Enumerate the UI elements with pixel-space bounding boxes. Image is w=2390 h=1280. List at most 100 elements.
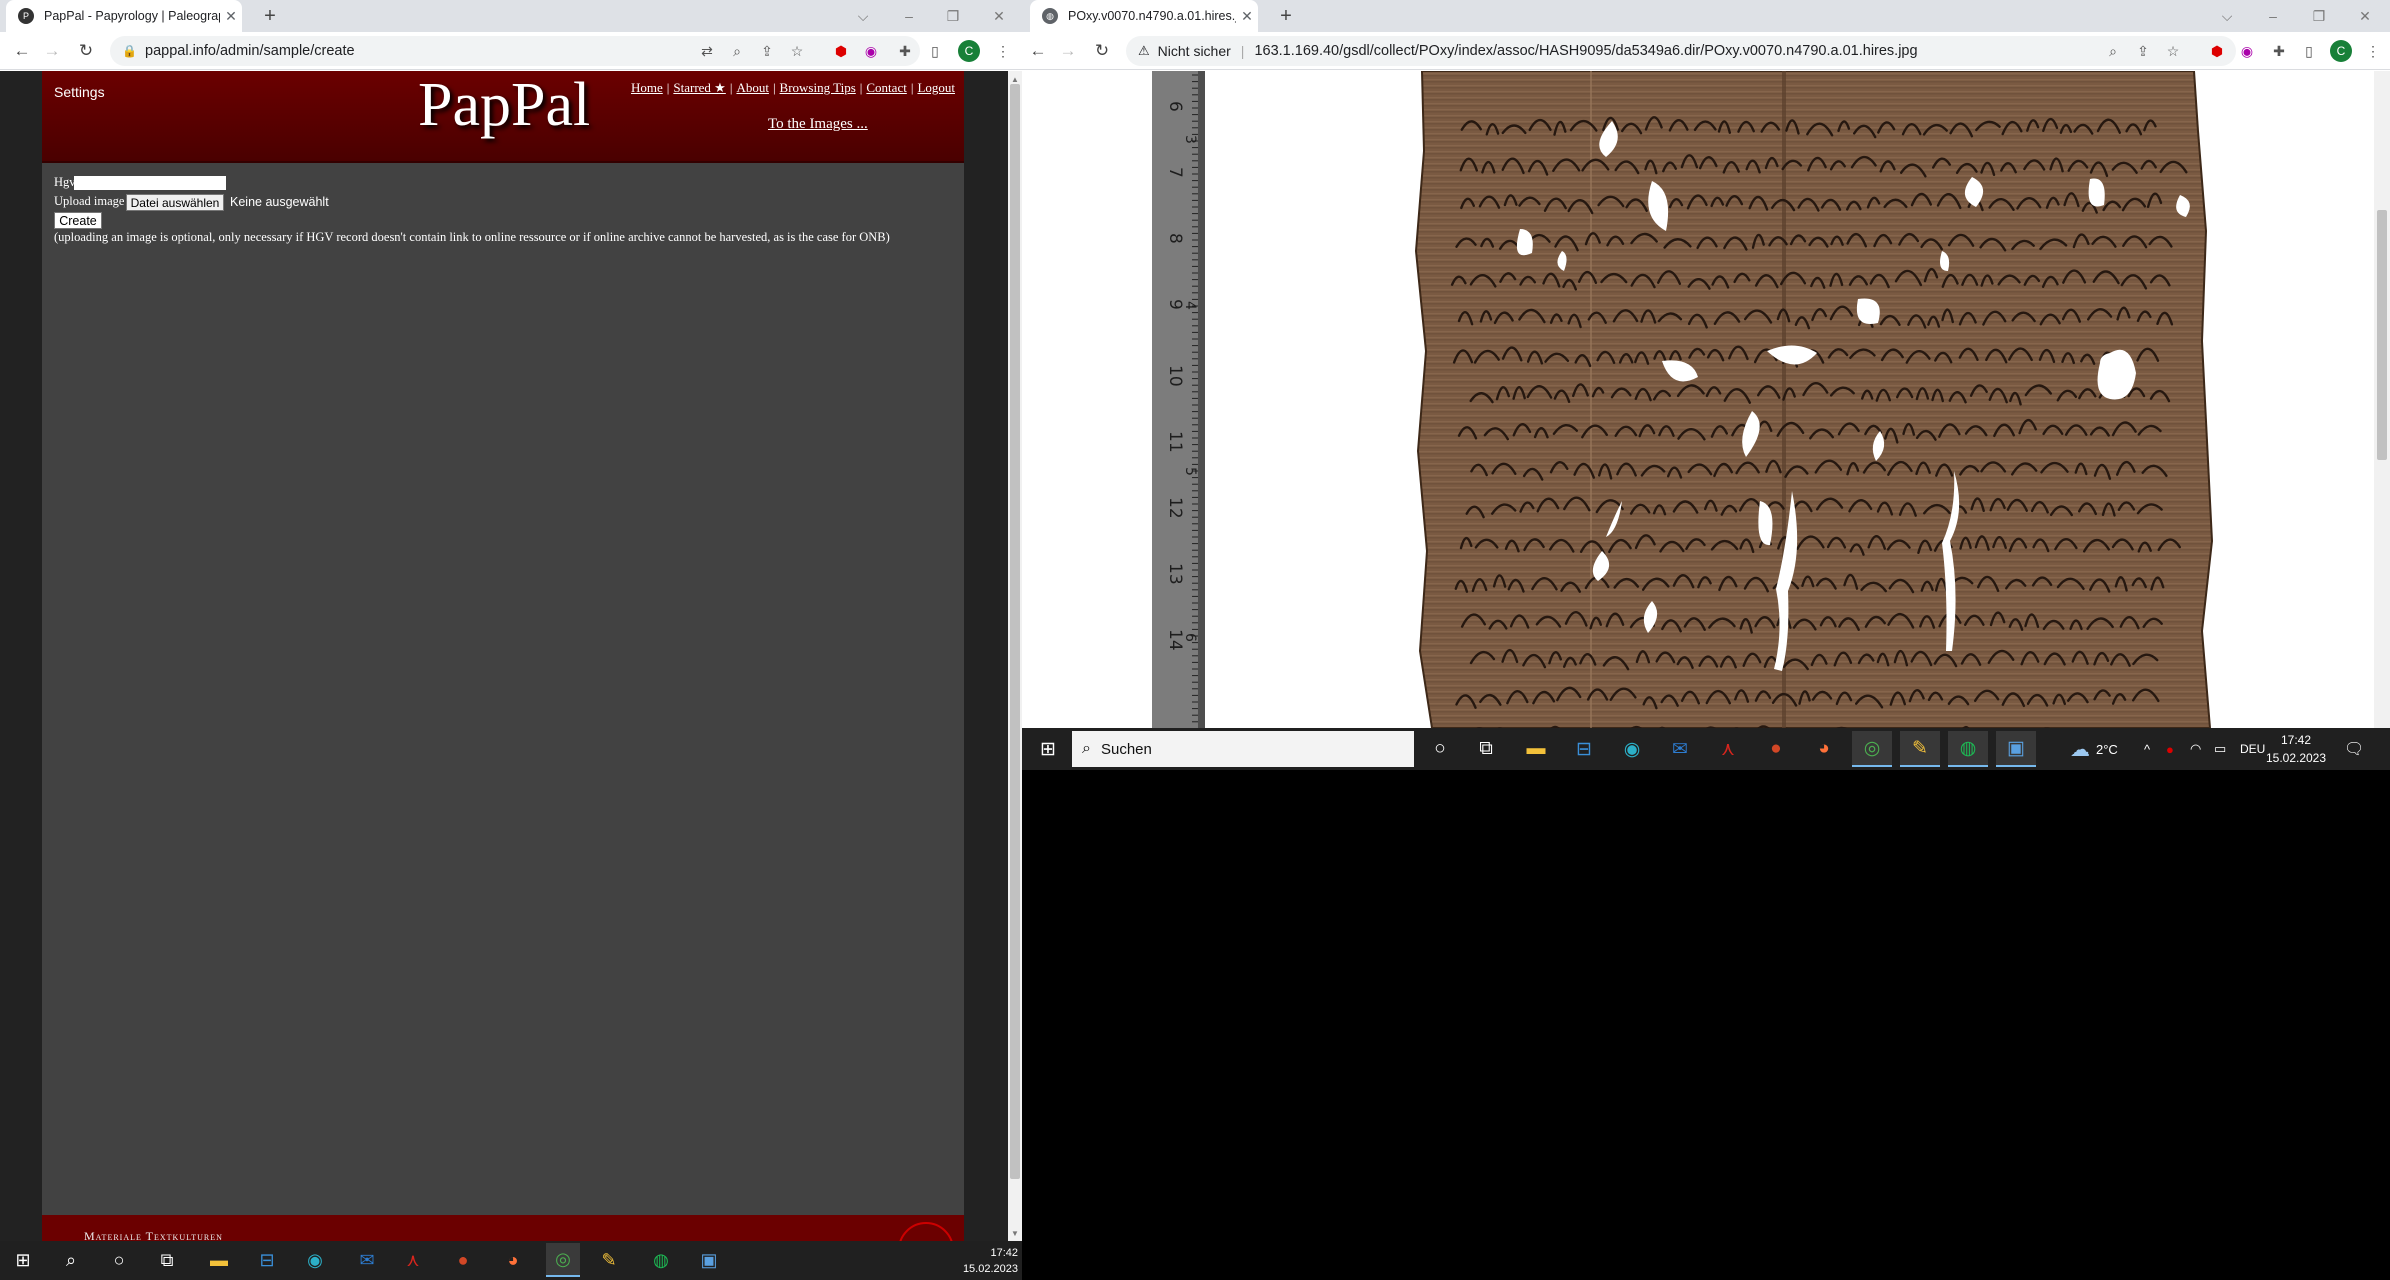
scrollbar-thumb[interactable] xyxy=(1010,84,1020,1179)
restore-button[interactable]: ❐ xyxy=(2296,0,2342,32)
powerpoint-icon[interactable]: ● xyxy=(1756,731,1796,767)
spotify-icon[interactable]: ◍ xyxy=(644,1243,678,1277)
tray-chevron-icon[interactable]: ^ xyxy=(2144,736,2150,762)
reload-icon[interactable]: ↻ xyxy=(72,37,100,65)
task-view-icon[interactable]: ⧉ xyxy=(150,1243,184,1277)
taskbar-clock-right[interactable]: 17:42 15.02.2023 xyxy=(2264,731,2328,767)
restore-button[interactable]: ❐ xyxy=(930,0,976,32)
file-explorer-icon[interactable]: ▬ xyxy=(1516,731,1556,767)
create-button[interactable]: Create xyxy=(54,212,102,229)
extension-red-icon[interactable]: ⬢ xyxy=(830,40,852,62)
minimize-button[interactable]: – xyxy=(2250,0,2296,32)
ruler-cm-label: 10 xyxy=(1165,365,1185,387)
extension-red-icon[interactable]: ⬢ xyxy=(2206,40,2228,62)
tab-close-icon[interactable]: ✕ xyxy=(220,8,242,25)
not-secure-indicator[interactable]: ⚠ Nicht sicher | xyxy=(1126,43,1254,59)
windows-start-icon[interactable]: ⊞ xyxy=(6,1243,40,1277)
tab-search-chevron-icon[interactable]: ⌵ xyxy=(840,0,886,32)
tray-app-icon[interactable]: ● xyxy=(2166,736,2174,762)
photos-icon[interactable]: ▣ xyxy=(692,1243,726,1277)
mail-icon[interactable]: ✉ xyxy=(1660,731,1700,767)
firefox-icon[interactable]: ◕ xyxy=(496,1243,530,1277)
tab-search-chevron-icon[interactable]: ⌵ xyxy=(2204,0,2250,32)
powerpoint-icon[interactable]: ● xyxy=(446,1243,480,1277)
mail-icon[interactable]: ✉ xyxy=(350,1243,384,1277)
language-indicator[interactable]: DEU xyxy=(2240,736,2265,762)
ruler-cm-label: 12 xyxy=(1165,497,1185,519)
back-icon[interactable]: ← xyxy=(1024,37,1052,65)
weather-widget[interactable]: ☁ 2°C xyxy=(2070,736,2118,762)
bookmark-star-icon[interactable]: ☆ xyxy=(786,40,808,62)
windows-start-icon[interactable]: ⊞ xyxy=(1028,731,1068,767)
nav-home[interactable]: Home xyxy=(631,80,663,95)
notes-icon[interactable]: ✎ xyxy=(1900,731,1940,767)
ms-store-icon[interactable]: ⊟ xyxy=(1564,731,1604,767)
back-icon[interactable]: ← xyxy=(8,37,36,65)
extension-purple-icon[interactable]: ◉ xyxy=(2236,40,2258,62)
lock-icon: 🔒 xyxy=(122,44,137,58)
profile-avatar[interactable]: C xyxy=(2330,40,2352,62)
side-panel-icon[interactable]: ▯ xyxy=(2298,40,2320,62)
cortana-icon[interactable]: ○ xyxy=(1420,731,1460,767)
translate-icon[interactable]: ⇄ xyxy=(696,40,718,62)
minimize-button[interactable]: – xyxy=(886,0,932,32)
address-bar-right[interactable]: ⚠ Nicht sicher | 163.1.169.40/gsdl/colle… xyxy=(1126,36,2236,66)
bookmark-star-icon[interactable]: ☆ xyxy=(2162,40,2184,62)
nav-logout[interactable]: Logout xyxy=(917,80,955,95)
close-window-button[interactable]: ✕ xyxy=(2342,0,2388,32)
new-tab-button[interactable]: + xyxy=(256,4,284,28)
zoom-icon[interactable]: ⌕ xyxy=(2102,40,2124,62)
settings-link[interactable]: Settings xyxy=(54,84,105,100)
acrobat-icon[interactable]: ⋏ xyxy=(396,1243,430,1277)
chrome-icon[interactable]: ◎ xyxy=(1852,731,1892,767)
ms-store-icon[interactable]: ⊟ xyxy=(250,1243,284,1277)
nav-browsing-tips[interactable]: Browsing Tips xyxy=(780,80,856,95)
side-panel-icon[interactable]: ▯ xyxy=(924,40,946,62)
scroll-up-icon[interactable]: ▲ xyxy=(1008,72,1022,86)
scroll-down-icon[interactable]: ▼ xyxy=(1008,1226,1022,1240)
menu-kebab-icon[interactable]: ⋮ xyxy=(2362,40,2384,62)
reload-icon[interactable]: ↻ xyxy=(1088,37,1116,65)
nav-starred[interactable]: Starred ★ xyxy=(673,80,725,95)
spotify-icon[interactable]: ◍ xyxy=(1948,731,1988,767)
notes-icon[interactable]: ✎ xyxy=(592,1243,626,1277)
chrome-icon[interactable]: ◎ xyxy=(546,1243,580,1277)
edge-icon[interactable]: ◉ xyxy=(1612,731,1652,767)
acrobat-icon[interactable]: ⋏ xyxy=(1708,731,1748,767)
edge-icon[interactable]: ◉ xyxy=(298,1243,332,1277)
close-window-button[interactable]: ✕ xyxy=(976,0,1022,32)
taskbar-clock-left[interactable]: 17:42 15.02.2023 xyxy=(952,1245,1018,1277)
file-explorer-icon[interactable]: ▬ xyxy=(202,1243,236,1277)
extensions-puzzle-icon[interactable]: ✚ xyxy=(894,40,916,62)
hgv-input[interactable] xyxy=(74,176,226,190)
tab-close-icon[interactable]: ✕ xyxy=(1236,8,1258,25)
battery-icon[interactable]: ▭ xyxy=(2214,736,2226,762)
menu-kebab-icon[interactable]: ⋮ xyxy=(992,40,1014,62)
choose-file-button[interactable]: Datei auswählen xyxy=(126,194,224,211)
wifi-icon[interactable]: ◠ xyxy=(2190,736,2201,762)
extensions-puzzle-icon[interactable]: ✚ xyxy=(2268,40,2290,62)
forward-icon[interactable]: → xyxy=(1054,37,1082,65)
zoom-icon[interactable]: ⌕ xyxy=(726,40,748,62)
new-tab-button[interactable]: + xyxy=(1272,4,1300,28)
firefox-icon[interactable]: ◕ xyxy=(1804,731,1844,767)
profile-avatar[interactable]: C xyxy=(958,40,980,62)
search-icon[interactable]: ⌕ xyxy=(54,1243,88,1277)
pappal-logo[interactable]: PapPal xyxy=(418,70,590,141)
image-scrollbar-thumb[interactable] xyxy=(2377,210,2387,460)
nav-about[interactable]: About xyxy=(736,80,769,95)
papyrus-image: 6 7 8 9 10 11 12 13 14 3 4 5 6 xyxy=(1022,71,2382,728)
share-icon[interactable]: ⇪ xyxy=(2132,40,2154,62)
extension-purple-icon[interactable]: ◉ xyxy=(860,40,882,62)
nav-contact[interactable]: Contact xyxy=(866,80,906,95)
tab-pappal[interactable]: P PapPal - Papyrology | Paleography ✕ xyxy=(6,0,242,32)
taskbar-search-box[interactable]: ⌕ Suchen xyxy=(1072,731,1414,767)
tab-papyrus-image[interactable]: ◍ POxy.v0070.n4790.a.01.hires.jpg ✕ xyxy=(1030,0,1258,32)
photos-icon[interactable]: ▣ xyxy=(1996,731,2036,767)
forward-icon[interactable]: → xyxy=(38,37,66,65)
notification-icon[interactable]: 🗨 xyxy=(2344,736,2364,762)
share-icon[interactable]: ⇪ xyxy=(756,40,778,62)
to-images-link[interactable]: To the Images ... xyxy=(768,116,868,133)
cortana-icon[interactable]: ○ xyxy=(102,1243,136,1277)
task-view-icon[interactable]: ⧉ xyxy=(1466,731,1506,767)
